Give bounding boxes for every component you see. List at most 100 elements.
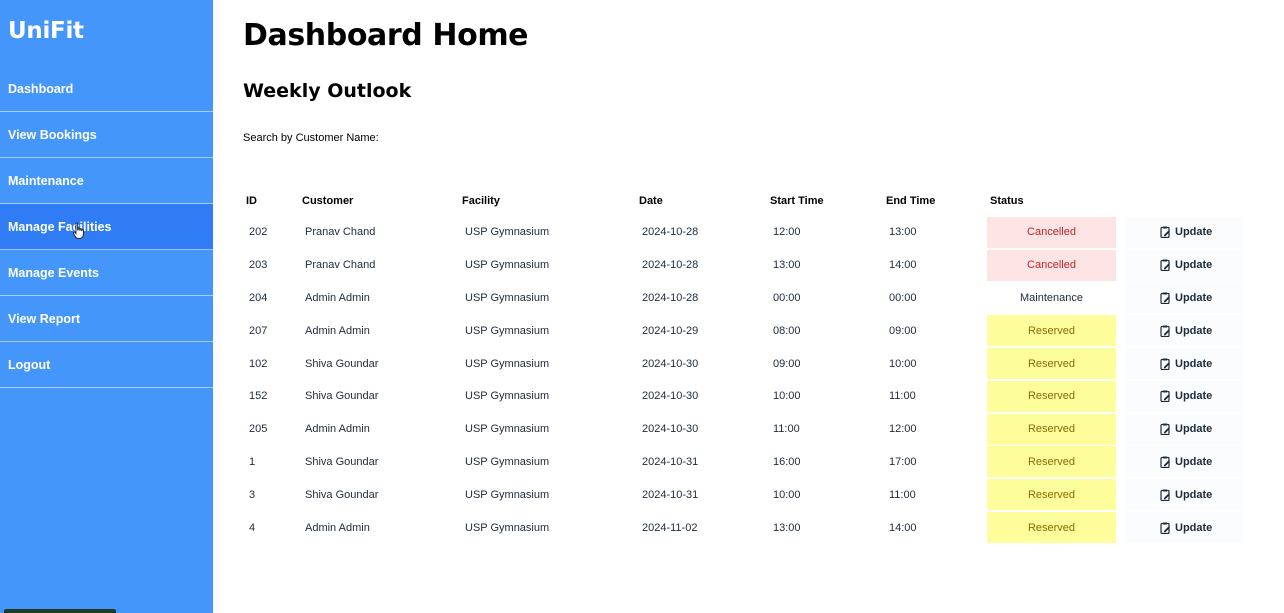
update-button[interactable]: Update [1126,446,1243,478]
cell-date: 2024-10-31 [642,455,699,468]
brand-logo: UniFit [8,18,84,44]
status-badge: Reserved [987,413,1116,445]
cell-id: 152 [249,390,268,403]
cell-start-time: 13:00 [773,259,801,272]
sidebar-item-view-report[interactable]: View Report [0,296,213,342]
cell-customer: Admin Admin [305,423,370,436]
cell-facility: USP Gymnasium [465,390,550,403]
update-button-label: Update [1175,455,1213,468]
cell-start-time: 16:00 [773,455,801,468]
update-button[interactable]: Update [1126,315,1243,347]
update-button[interactable]: Update [1126,413,1243,445]
table-row: 102 Shiva Goundar USP Gymnasium 2024-10-30 0… [243,347,1243,380]
cell-action: Update [1120,478,1243,511]
status-badge: Maintenance [987,282,1116,314]
column-header-action [1120,185,1242,216]
column-header-status[interactable]: Status [987,185,1120,216]
table-row: 3 Shiva Goundar USP Gymnasium 2024-10-31 10:… [243,478,1243,511]
cell-action: Update [1120,347,1243,380]
column-header-id[interactable]: ID [243,185,299,216]
table-row: 205 Admin Admin USP Gymnasium 2024-10-30 11:… [243,413,1243,446]
update-button-label: Update [1175,291,1213,304]
sidebar-item-label: Manage Events [8,265,100,280]
update-button-label: Update [1175,226,1213,239]
cell-date: 2024-10-30 [642,357,699,370]
cell-facility: USP Gymnasium [465,488,550,501]
cell-id: 1 [249,455,256,468]
cell-id: 207 [249,324,268,337]
cell-start-time: 10:00 [773,488,801,501]
hand-pointer-icon [73,222,84,239]
clipboard-edit-icon [1160,390,1170,403]
page-title: Dashboard Home [243,18,529,53]
update-button[interactable]: Update [1126,249,1243,281]
cell-facility: USP Gymnasium [465,423,550,436]
clipboard-edit-icon [1160,489,1170,501]
cell-id: 204 [249,291,268,304]
table-body: 202 Pranav Chand USP Gymnasium 2024-10-28 12… [243,216,1243,544]
clipboard-edit-icon [1160,522,1170,534]
cell-action: Update [1120,216,1243,249]
cell-customer: Shiva Goundar [305,390,379,403]
cell-status: Reserved [987,511,1120,544]
cell-customer: Admin Admin [305,291,370,304]
column-header-date[interactable]: Date [636,185,767,216]
clipboard-edit-icon [1160,456,1170,468]
table-row: 204 Admin Admin USP Gymnasium 2024-10-28 00:… [243,282,1243,315]
update-button[interactable]: Update [1126,348,1243,380]
sidebar-item-logout[interactable]: Logout [0,342,213,388]
sidebar-item-label: Logout [8,357,51,372]
update-button-label: Update [1175,521,1213,534]
status-badge: Reserved [987,380,1116,412]
column-header-start-time[interactable]: Start Time [767,185,883,216]
update-button[interactable]: Update [1126,216,1243,248]
column-header-end-time[interactable]: End Time [883,185,987,216]
cell-status: Reserved [987,380,1120,413]
cell-status: Reserved [987,446,1120,479]
clipboard-edit-icon [1160,259,1170,272]
cell-id: 205 [249,423,268,436]
update-button[interactable]: Update [1126,282,1243,314]
update-button[interactable]: Update [1126,512,1243,544]
cell-customer: Pranav Chand [305,259,376,272]
cell-status: Cancelled [987,216,1120,249]
sidebar: UniFit Dashboard View Bookings Maintenan… [0,0,213,613]
sidebar-item-dashboard[interactable]: Dashboard [0,66,213,112]
sidebar-item-manage-facilities[interactable]: Manage Facilities [0,204,213,250]
sidebar-item-label: View Report [8,311,81,326]
cell-end-time: 13:00 [889,226,917,239]
update-button-label: Update [1175,357,1213,370]
cell-date: 2024-10-28 [642,259,699,272]
cell-id: 4 [249,521,256,534]
update-button-label: Update [1175,324,1213,337]
update-button-label: Update [1175,423,1213,436]
column-header-customer[interactable]: Customer [299,185,459,216]
table-row: 202 Pranav Chand USP Gymnasium 2024-10-28 12… [243,216,1243,249]
cell-id: 203 [249,259,268,272]
cell-start-time: 12:00 [773,226,801,239]
cell-customer: Pranav Chand [305,226,376,239]
cell-date: 2024-10-31 [642,488,699,501]
clipboard-edit-icon [1160,358,1170,370]
update-button[interactable]: Update [1126,479,1243,511]
column-header-facility[interactable]: Facility [459,185,636,216]
cell-id: 3 [249,488,256,501]
cell-id: 102 [249,357,268,370]
sidebar-item-label: View Bookings [8,127,97,142]
cell-facility: USP Gymnasium [465,324,550,337]
status-badge: Reserved [987,315,1116,347]
sidebar-item-manage-events[interactable]: Manage Events [0,250,213,296]
update-button[interactable]: Update [1126,380,1243,412]
cell-facility: USP Gymnasium [465,455,550,468]
sidebar-item-view-bookings[interactable]: View Bookings [0,112,213,158]
cell-facility: USP Gymnasium [465,259,550,272]
cell-status: Cancelled [987,249,1120,282]
cell-end-time: 11:00 [889,488,916,501]
cell-date: 2024-10-28 [642,291,699,304]
cell-facility: USP Gymnasium [465,291,550,304]
table-row: 203 Pranav Chand USP Gymnasium 2024-10-28 13… [243,249,1243,282]
cell-action: Update [1120,413,1243,446]
sidebar-item-maintenance[interactable]: Maintenance [0,158,213,204]
status-badge: Cancelled [987,249,1116,281]
clipboard-edit-icon [1160,423,1170,436]
